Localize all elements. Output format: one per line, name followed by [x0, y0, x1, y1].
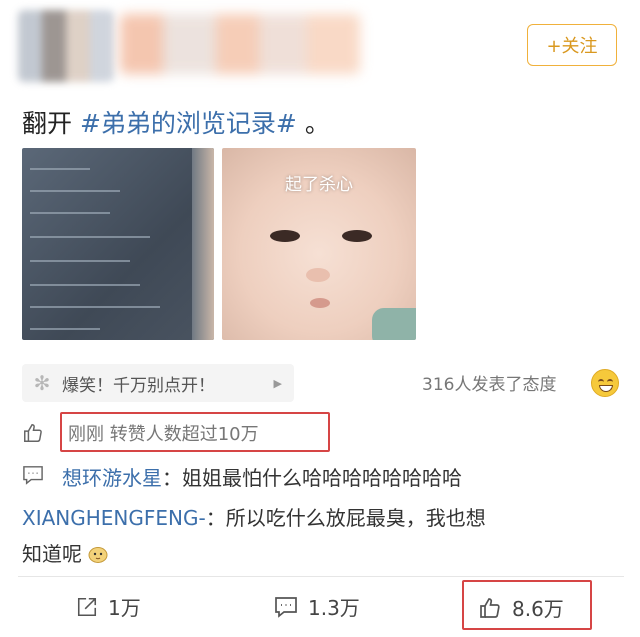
share-count: 1万: [108, 596, 141, 620]
comment-text: ：所以吃什么放屁最臭，我也想: [205, 506, 486, 530]
image-caption: 起了杀心: [285, 175, 353, 195]
like-button[interactable]: 8.6万: [478, 593, 564, 622]
post-image-baby-meme[interactable]: 起了杀心: [222, 148, 416, 340]
share-icon: [77, 597, 97, 616]
thumbs-up-icon: [24, 424, 42, 442]
post-text: 翻开 #弟弟的浏览记录# 。: [22, 104, 330, 140]
comment-icon: [23, 466, 43, 485]
follow-button[interactable]: +关注: [527, 24, 617, 66]
comment-button[interactable]: 1.3万: [274, 592, 360, 621]
grin-emoji-icon: [591, 369, 619, 397]
promo-label: 爆笑！千万别点开！: [62, 375, 215, 396]
attitude-count[interactable]: 316人发表了态度: [422, 370, 556, 395]
sparkle-icon: ✻: [33, 371, 51, 395]
repost-notice: 刚刚 转赞人数超过10万: [68, 424, 259, 445]
like-count: 8.6万: [512, 597, 564, 621]
share-button[interactable]: 1万: [76, 592, 141, 621]
comment-count: 1.3万: [308, 596, 360, 620]
comment-user[interactable]: XIANGHENGFENG-: [22, 506, 206, 530]
comment-item[interactable]: 想环游水星：姐姐最怕什么哈哈哈哈哈哈哈哈: [62, 462, 462, 491]
username-blurred[interactable]: [120, 14, 360, 74]
comment-item[interactable]: XIANGHENGFENG-：所以吃什么放屁最臭，我也想: [22, 502, 486, 531]
comment-icon: [275, 596, 297, 618]
post-text-suffix: 。: [304, 109, 330, 138]
avatar[interactable]: [18, 10, 114, 82]
comment-text-continued: 知道呢: [22, 538, 108, 567]
comment-user[interactable]: 想环游水星: [62, 466, 162, 490]
arrow-right-icon: ▶: [273, 376, 282, 390]
post-image-phone-screenshot[interactable]: [22, 148, 214, 340]
thumbs-up-icon: [480, 597, 500, 618]
promo-banner[interactable]: ✻ 爆笑！千万别点开！ ▶: [22, 364, 294, 402]
post-text-prefix: 翻开: [22, 109, 73, 138]
post-header: +关注: [0, 0, 640, 92]
hashtag-link[interactable]: #弟弟的浏览记录#: [80, 109, 297, 138]
divider: [18, 576, 624, 577]
comment-text: 知道呢: [22, 542, 82, 566]
doge-emoji-icon: [88, 547, 108, 563]
comment-text: ：姐姐最怕什么哈哈哈哈哈哈哈哈: [162, 466, 462, 490]
